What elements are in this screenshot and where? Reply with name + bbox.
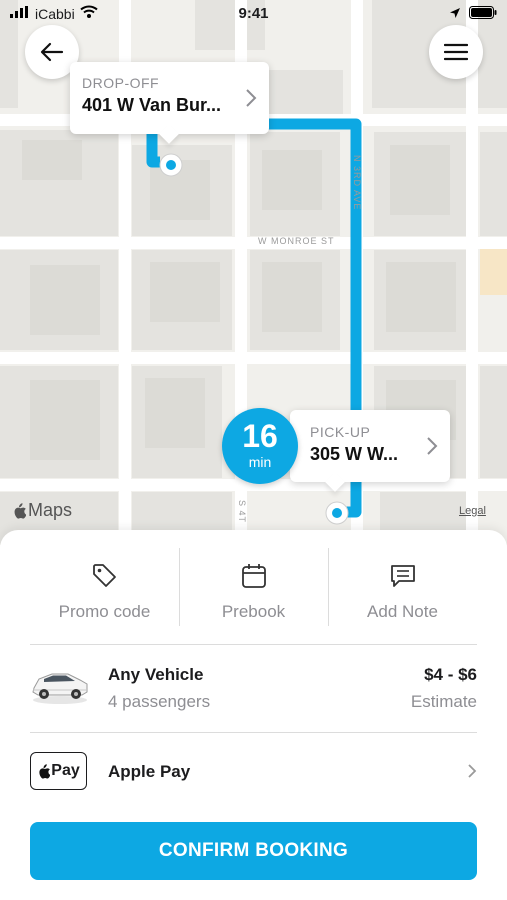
battery-icon (469, 6, 497, 23)
arrow-left-icon (40, 42, 64, 62)
legal-link[interactable]: Legal (459, 505, 486, 517)
chevron-right-icon (427, 437, 438, 455)
dropoff-callout[interactable]: DROP-OFF 401 W Van Bur... (70, 62, 269, 144)
promo-code-button[interactable]: Promo code (30, 548, 179, 626)
note-icon (390, 565, 415, 587)
menu-button[interactable] (429, 25, 483, 79)
street-label-monroe: W MONROE ST (258, 236, 335, 246)
promo-code-label: Promo code (58, 602, 151, 621)
dropoff-label: DROP-OFF (82, 75, 160, 91)
action-row: Promo code Prebook Add Note (30, 548, 477, 626)
status-bar: iCabbi 9:41 (0, 0, 507, 28)
apple-pay-badge-text: Pay (51, 762, 80, 779)
maps-attribution: Maps (12, 500, 72, 521)
fare-estimate-label: Estimate (410, 692, 477, 711)
apple-logo-icon (14, 502, 26, 519)
chevron-right-icon (246, 89, 257, 107)
divider (179, 548, 180, 626)
eta-badge: 16 min (222, 408, 298, 484)
maps-text: Maps (28, 500, 73, 520)
divider (328, 548, 329, 626)
vehicle-row[interactable]: Any Vehicle 4 passengers $4 - $6 Estimat… (30, 656, 477, 718)
hamburger-icon (444, 43, 468, 61)
booking-sheet: Promo code Prebook Add Note Any Vehicle (0, 530, 507, 900)
apple-logo-icon (39, 763, 51, 779)
location-arrow-icon (449, 6, 461, 23)
fare-price: $4 - $6 (424, 665, 477, 684)
calendar-icon (241, 564, 266, 588)
tag-icon (92, 564, 116, 587)
divider (30, 644, 477, 645)
apple-pay-badge: Pay (30, 752, 87, 790)
street-label-3rd-ave: N 3RD AVE (352, 155, 362, 211)
map-view[interactable]: W MONROE ST N 3RD AVE S 4T iCabbi 9:41 D… (0, 0, 507, 545)
add-note-button[interactable]: Add Note (328, 548, 477, 626)
street-label-4th: S 4T (237, 500, 247, 524)
vehicle-passengers: 4 passengers (108, 692, 211, 711)
divider (30, 732, 477, 733)
pickup-dot (325, 501, 349, 525)
chevron-right-icon (468, 764, 477, 778)
eta-value: 16 (242, 418, 278, 454)
car-icon (32, 673, 88, 704)
status-time: 9:41 (238, 5, 269, 22)
prebook-label: Prebook (221, 602, 286, 621)
vehicle-name: Any Vehicle (108, 665, 204, 684)
prebook-button[interactable]: Prebook (179, 548, 328, 626)
pickup-callout[interactable]: PICK-UP 305 W W... (290, 410, 450, 492)
confirm-booking-button[interactable]: CONFIRM BOOKING (30, 822, 477, 880)
payment-method-row[interactable]: Pay Apple Pay (30, 750, 477, 794)
payment-method-label: Apple Pay (108, 762, 191, 781)
dropoff-address: 401 W Van Bur... (82, 95, 222, 115)
eta-unit: min (248, 454, 272, 470)
add-note-label: Add Note (367, 602, 438, 621)
dropoff-dot (159, 153, 183, 177)
